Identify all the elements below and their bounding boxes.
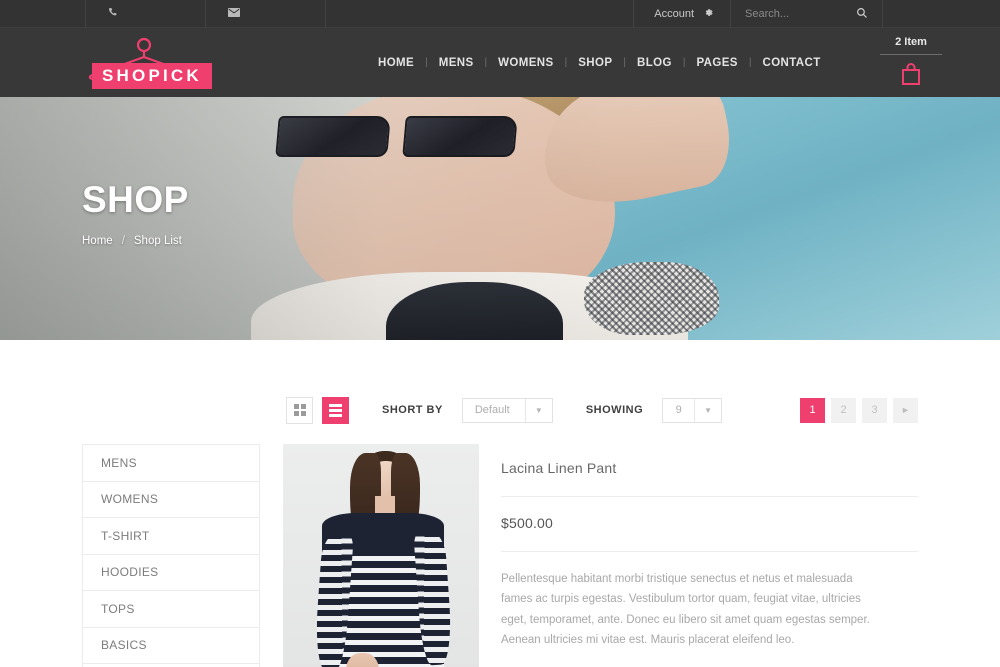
- showing-select-value: 9: [675, 404, 682, 416]
- pagination-page-2[interactable]: 2: [831, 397, 856, 423]
- main-navigation: HOME | MENS | WOMENS | SHOP | BLOG | PAG…: [367, 57, 832, 69]
- envelope-icon: [228, 8, 240, 20]
- sort-label: SHORT BY: [382, 404, 443, 416]
- product-price: $500.00: [501, 497, 918, 552]
- phone-cell[interactable]: [85, 0, 205, 28]
- showing-select[interactable]: 9 ▼: [662, 397, 723, 423]
- showing-label: SHOWING: [585, 404, 644, 416]
- page-hero: SHOP Home / Shop List: [0, 97, 1000, 340]
- top-bar-spacer: [325, 0, 633, 27]
- nav-item-womens[interactable]: WOMENS: [487, 57, 564, 69]
- top-bar-left-spacer: [0, 0, 85, 27]
- toolbar-controls: SHORT BY Default ▼ SHOWING 9 ▼: [286, 396, 723, 424]
- gear-icon: [703, 7, 714, 21]
- logo[interactable]: SHOPICK: [82, 35, 232, 90]
- breadcrumb: Home / Shop List: [82, 235, 189, 247]
- logo-plate: SHOPICK: [92, 63, 212, 89]
- sidebar-item-basics[interactable]: BASICS: [83, 628, 259, 664]
- chevron-down-icon[interactable]: ▼: [694, 398, 721, 422]
- breadcrumb-home[interactable]: Home: [82, 235, 113, 247]
- pagination-next-button[interactable]: ►: [893, 397, 918, 423]
- chevron-down-icon[interactable]: ▼: [524, 398, 552, 422]
- site-header: SHOPICK HOME | MENS | WOMENS | SHOP | BL…: [0, 28, 1000, 97]
- breadcrumb-separator: /: [121, 235, 125, 247]
- pagination-page-1[interactable]: 1: [800, 397, 825, 423]
- sidebar-item-hoodies[interactable]: HOODIES: [83, 555, 259, 591]
- product-description: Pellentesque habitant morbi tristique se…: [501, 552, 883, 667]
- shop-content: MENS WOMENS T-SHIRT HOODIES TOPS BASICS …: [82, 444, 918, 667]
- shop-body: CATEGORIES SHORT BY Default ▼ SHOWING 9 …: [0, 396, 1000, 667]
- shop-toolbar: CATEGORIES SHORT BY Default ▼ SHOWING 9 …: [82, 396, 918, 424]
- nav-item-blog[interactable]: BLOG: [626, 57, 683, 69]
- nav-item-contact[interactable]: CONTACT: [751, 57, 831, 69]
- mail-cell[interactable]: [205, 0, 325, 28]
- grid-view-icon: [293, 404, 306, 416]
- hero-content: SHOP Home / Shop List: [82, 181, 189, 247]
- sidebar-item-mens[interactable]: MENS: [83, 445, 259, 482]
- top-bar: Account: [0, 0, 1000, 28]
- product-name[interactable]: Lacina Linen Pant: [501, 460, 918, 497]
- pagination: 1 2 3 ►: [800, 397, 918, 423]
- list-view-button[interactable]: [322, 396, 349, 424]
- product-image[interactable]: [283, 444, 479, 667]
- categories-sidebar: MENS WOMENS T-SHIRT HOODIES TOPS BASICS …: [82, 444, 260, 667]
- account-menu[interactable]: Account: [633, 0, 730, 28]
- cart-count-label: 2 Item: [880, 36, 942, 55]
- product-list-item: Lacina Linen Pant $500.00 Pellentesque h…: [283, 444, 918, 667]
- categories-list: MENS WOMENS T-SHIRT HOODIES TOPS BASICS …: [82, 444, 260, 667]
- cart-widget[interactable]: 2 Item: [880, 36, 942, 91]
- nav-item-shop[interactable]: SHOP: [567, 57, 623, 69]
- sidebar-item-tops[interactable]: TOPS: [83, 591, 259, 628]
- pagination-page-3[interactable]: 3: [862, 397, 887, 423]
- product-info: Lacina Linen Pant $500.00 Pellentesque h…: [501, 444, 918, 667]
- sort-select[interactable]: Default ▼: [461, 397, 553, 423]
- sidebar-item-womens[interactable]: WOMENS: [83, 482, 259, 518]
- nav-item-pages[interactable]: PAGES: [685, 57, 748, 69]
- sort-select-value: Default: [474, 404, 510, 416]
- grid-view-button[interactable]: [286, 396, 313, 424]
- nav-item-home[interactable]: HOME: [367, 57, 425, 69]
- shopping-bag-icon[interactable]: [880, 62, 942, 91]
- search-cell[interactable]: [730, 0, 882, 28]
- search-icon[interactable]: [856, 7, 868, 22]
- phone-icon: [108, 7, 119, 21]
- search-input[interactable]: [745, 8, 845, 20]
- breadcrumb-current: Shop List: [133, 235, 182, 247]
- sidebar-item-tshirt[interactable]: T-SHIRT: [83, 518, 259, 555]
- nav-item-mens[interactable]: MENS: [428, 57, 485, 69]
- account-label: Account: [654, 8, 694, 20]
- list-view-icon: [329, 403, 342, 417]
- logo-text: SHOPICK: [102, 66, 202, 85]
- page-title: SHOP: [82, 179, 189, 220]
- top-bar-right-spacer: [882, 0, 1000, 27]
